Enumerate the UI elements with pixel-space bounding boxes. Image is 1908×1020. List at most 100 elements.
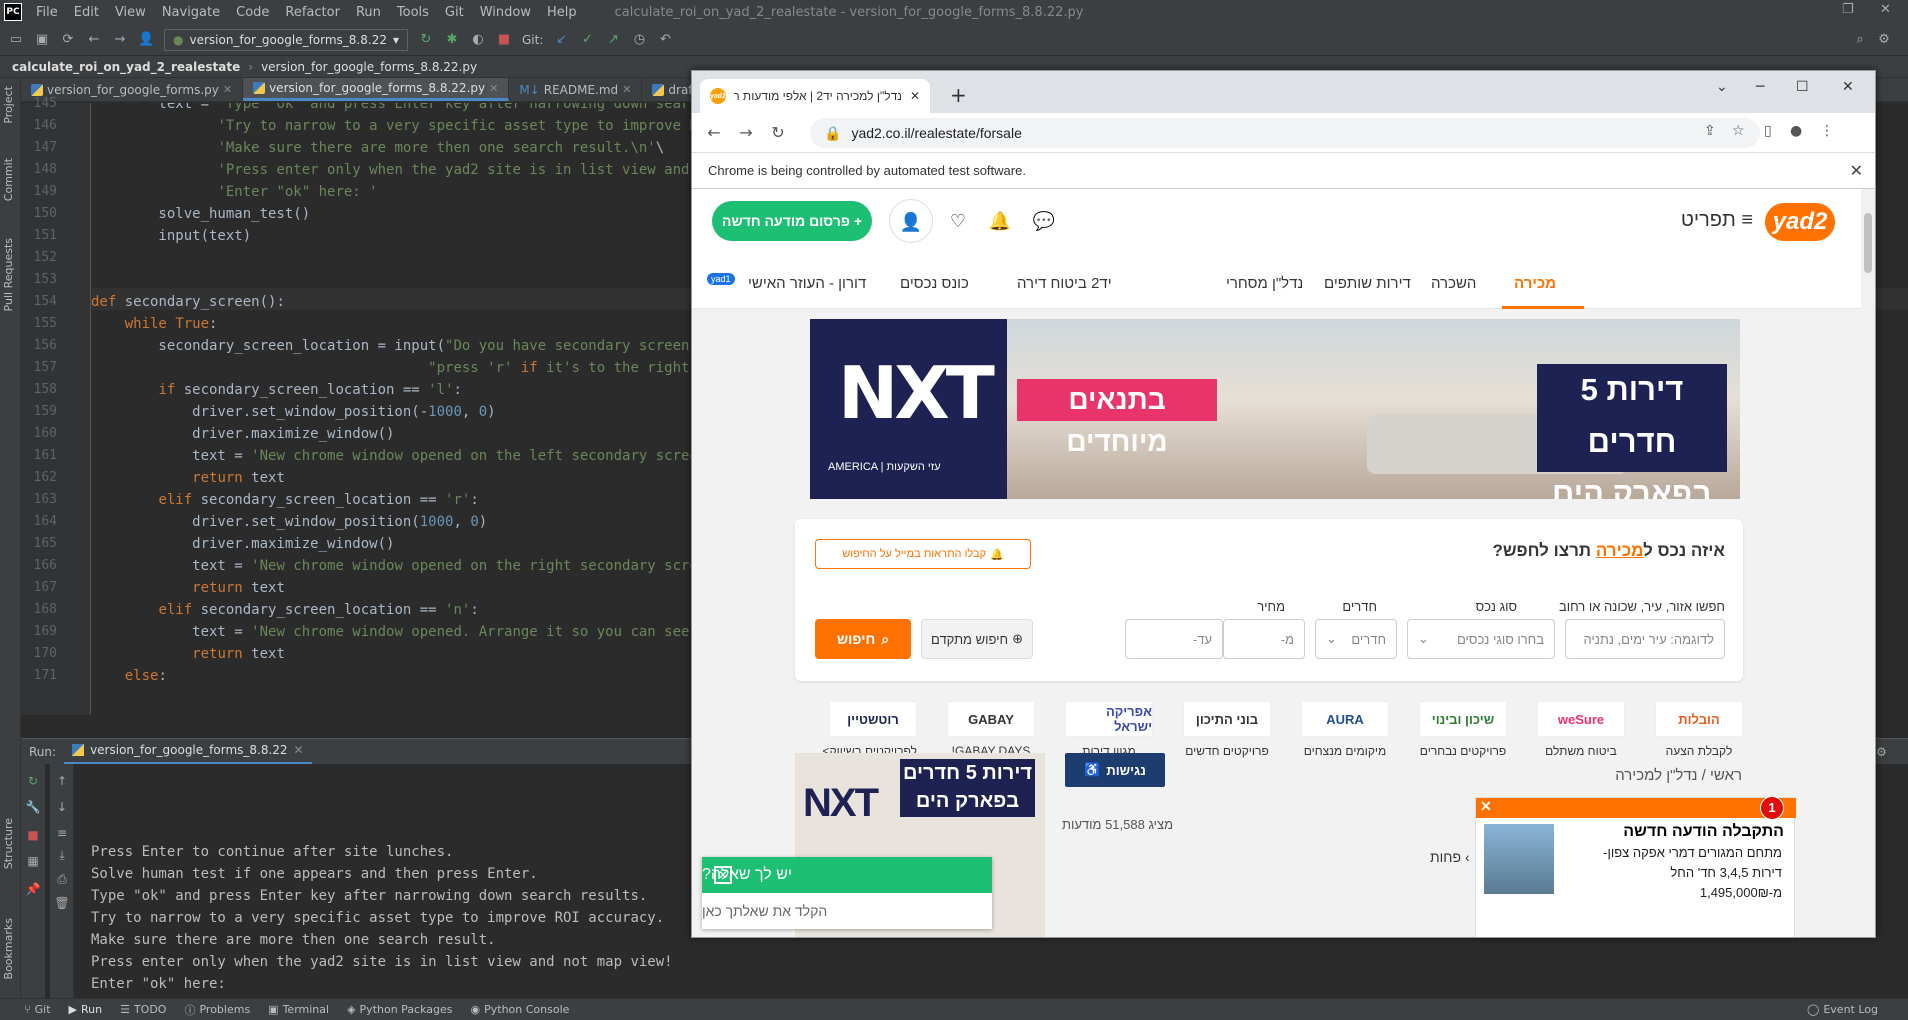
- code-line[interactable]: return text: [91, 577, 285, 599]
- partner-item[interactable]: weSure ביטוח משתלם: [1537, 701, 1625, 765]
- reload-icon[interactable]: ↻: [768, 123, 788, 142]
- code-line[interactable]: "press 'r' if it's to the right o: [91, 357, 706, 379]
- down-icon[interactable]: ↓: [54, 800, 70, 816]
- code-line[interactable]: input(text): [91, 225, 251, 247]
- partner-item[interactable]: בוני התיכון פרויקטים חדשים: [1183, 701, 1271, 765]
- python-console-tool-button[interactable]: ◉ Python Console: [471, 1003, 570, 1016]
- pull-requests-tool-button[interactable]: Pull Requests: [2, 238, 15, 311]
- menu-button[interactable]: ≡ תפריט: [1681, 209, 1753, 232]
- close-icon[interactable]: ✕: [622, 83, 631, 96]
- project-tool-button[interactable]: Project: [2, 86, 15, 124]
- run-tab[interactable]: version_for_google_forms_8.8.22 ✕: [64, 739, 312, 765]
- chrome-tab[interactable]: yad2 נדל"ן למכירה יד2 | אלפי מודעות ח ✕: [700, 79, 930, 113]
- menu-navigate[interactable]: Navigate: [154, 5, 228, 20]
- menu-file[interactable]: File: [28, 5, 66, 20]
- nav-assets[interactable]: כונס נכסים: [900, 275, 969, 292]
- back-icon[interactable]: ←: [704, 123, 724, 142]
- code-line[interactable]: while True:: [91, 313, 218, 335]
- close-icon[interactable]: ✕: [714, 866, 732, 884]
- code-line[interactable]: return text: [91, 643, 285, 665]
- close-icon[interactable]: ✕: [1480, 798, 1492, 815]
- rooms-select[interactable]: חדרים ⌄: [1315, 619, 1397, 659]
- partner-item[interactable]: שיכון ובינוי פרויקטים נבחרים: [1419, 701, 1507, 765]
- menu-help[interactable]: Help: [539, 5, 585, 20]
- share-icon[interactable]: ⇪: [1704, 123, 1716, 139]
- user-icon[interactable]: 👤: [889, 199, 933, 243]
- partner-item[interactable]: הובלות לקבלת הצעה: [1655, 701, 1743, 765]
- tab-readme[interactable]: M↓ README.md ✕: [509, 78, 643, 101]
- print-icon[interactable]: ⎙: [54, 872, 70, 888]
- menu-git[interactable]: Git: [437, 5, 472, 20]
- code-line[interactable]: text = 'New chrome window opened on the …: [91, 445, 715, 467]
- tab-version-for-google-forms-8-8-22[interactable]: version_for_google_forms_8.8.22.py ✕: [243, 78, 510, 101]
- forward-icon[interactable]: →: [736, 123, 756, 142]
- stop-icon[interactable]: ■: [496, 32, 512, 48]
- heart-icon[interactable]: ♡: [942, 205, 974, 237]
- save-icon[interactable]: ▣: [34, 32, 50, 48]
- code-line[interactable]: return text: [91, 467, 285, 489]
- problems-tool-button[interactable]: ⓘ Problems: [184, 1002, 250, 1018]
- nav-insurance[interactable]: יד2 ביטוח דירה: [1017, 275, 1112, 292]
- nav-rent[interactable]: השכרה: [1431, 275, 1476, 292]
- code-line[interactable]: driver.maximize_window(): [91, 423, 394, 445]
- yad2-logo[interactable]: yad2: [1765, 203, 1835, 241]
- side-panel-icon[interactable]: ▯: [1764, 123, 1772, 139]
- chat-icon[interactable]: 💬: [1028, 205, 1060, 237]
- address-bar[interactable]: 🔒 yad2.co.il/realestate/forsale: [810, 118, 1760, 148]
- price-from-input[interactable]: מ-: [1223, 619, 1305, 659]
- structure-tool-button[interactable]: Structure: [2, 818, 15, 869]
- post-ad-button[interactable]: + פרסום מודעה חדשה: [712, 201, 872, 241]
- forward-icon[interactable]: →: [112, 32, 128, 48]
- open-icon[interactable]: ▭: [8, 32, 24, 48]
- trash-icon[interactable]: 🗑: [54, 896, 70, 912]
- bell-icon[interactable]: 🔔: [984, 205, 1016, 237]
- pin-icon[interactable]: 📌: [25, 882, 41, 898]
- email-alerts-button[interactable]: 🔔 קבלו התראות במייל על החיפוש: [815, 539, 1031, 569]
- history-icon[interactable]: ◷: [631, 32, 647, 48]
- nav-assistant[interactable]: דורון - העוזר האישי: [748, 275, 866, 292]
- sync-icon[interactable]: ⟳: [60, 32, 76, 48]
- run-config-select[interactable]: ● version_for_google_forms_8.8.22 ▾: [164, 28, 408, 51]
- chat-header[interactable]: יש לך שאלה?: [702, 857, 992, 893]
- code-line[interactable]: solve_human_test(): [91, 203, 310, 225]
- code-line[interactable]: 'Press enter only when the yad2 site is …: [91, 159, 723, 181]
- gear-icon[interactable]: ⚙: [1876, 745, 1887, 759]
- promo-banner[interactable]: NXT AMERICA | עזי השקעות בתנאים מיוחדים …: [810, 319, 1740, 499]
- code-line[interactable]: else:: [91, 665, 167, 687]
- nav-commercial[interactable]: נדל"ן מסחרי: [1226, 275, 1303, 292]
- close-icon[interactable]: ✕: [223, 83, 232, 96]
- code-line[interactable]: driver.set_window_position(1000, 0): [91, 511, 487, 533]
- search-button[interactable]: ⌕ חיפוש: [815, 619, 911, 659]
- scrollbar-thumb[interactable]: [1864, 213, 1872, 273]
- menu-refactor[interactable]: Refactor: [277, 5, 348, 20]
- accessibility-button[interactable]: נגישות ♿: [1065, 753, 1165, 787]
- code-line[interactable]: def secondary_screen():: [91, 291, 285, 313]
- chat-input[interactable]: הקלד את שאלתך כאן: [702, 893, 992, 929]
- restore-icon[interactable]: ❐: [1842, 2, 1854, 17]
- close-icon[interactable]: ✕: [1850, 161, 1863, 181]
- close-icon[interactable]: ✕: [489, 82, 498, 95]
- soft-wrap-icon[interactable]: ≡: [54, 826, 70, 842]
- bookmarks-tool-button[interactable]: Bookmarks: [2, 918, 15, 979]
- page-scrollbar[interactable]: [1861, 189, 1875, 937]
- new-tab-button[interactable]: +: [950, 83, 967, 107]
- code-line[interactable]: elif secondary_screen_location == 'r':: [91, 489, 478, 511]
- code-line[interactable]: 'Try to narrow to a very specific asset …: [91, 115, 714, 137]
- wrench-icon[interactable]: 🔧: [25, 800, 41, 816]
- menu-run[interactable]: Run: [348, 5, 389, 20]
- close-icon[interactable]: ✕: [294, 743, 304, 757]
- nav-sale[interactable]: מכירה: [1514, 275, 1556, 292]
- profile-icon[interactable]: ●: [1790, 123, 1802, 139]
- search-icon[interactable]: ⌕: [1852, 32, 1868, 48]
- more-menu-icon[interactable]: ⋮: [1820, 123, 1834, 139]
- todo-tool-button[interactable]: ☰ TODO: [120, 1003, 166, 1016]
- code-line[interactable]: text = 'New chrome window opened on the …: [91, 555, 723, 577]
- new-message-popup[interactable]: ✕ 1 התקבלה הודעה חדשה מתחם המגורים דמרי …: [1475, 796, 1796, 937]
- code-line[interactable]: if secondary_screen_location == 'l':: [91, 379, 461, 401]
- property-type-select[interactable]: בחרו סוגי נכסים ⌄: [1407, 619, 1555, 659]
- gear-icon[interactable]: ⚙: [1876, 32, 1892, 48]
- python-packages-tool-button[interactable]: ◈ Python Packages: [347, 1003, 452, 1016]
- chevron-down-icon[interactable]: ⌄: [1716, 79, 1728, 95]
- menu-edit[interactable]: Edit: [66, 5, 107, 20]
- git-update-icon[interactable]: ↙: [553, 32, 569, 48]
